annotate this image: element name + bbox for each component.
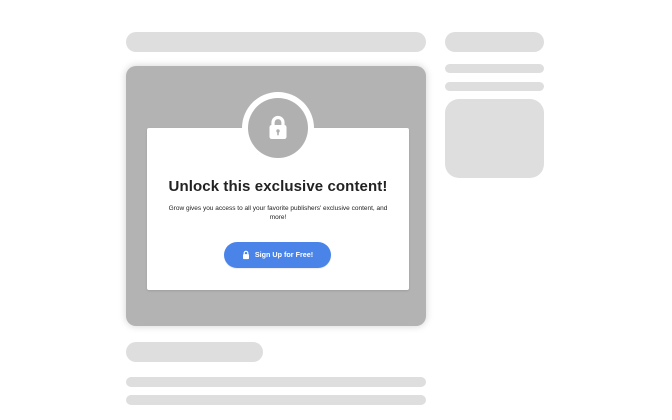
article-page: Unlock this exclusive content! Grow give… — [0, 0, 672, 420]
content-placeholder-line — [126, 377, 426, 387]
lock-badge — [242, 92, 314, 164]
sign-up-button-label: Sign Up for Free! — [254, 250, 314, 259]
paywall-description: Grow gives you access to all your favori… — [168, 205, 388, 221]
sidebar-title-placeholder — [445, 32, 544, 52]
lock-icon — [242, 250, 250, 260]
sidebar-line-placeholder — [445, 64, 544, 73]
lock-icon — [267, 115, 289, 141]
paywall-title: Unlock this exclusive content! — [168, 178, 388, 195]
sidebar-line-placeholder — [445, 82, 544, 91]
sign-up-button[interactable]: Sign Up for Free! — [224, 242, 331, 268]
content-placeholder-heading — [126, 342, 263, 362]
lock-circle — [248, 98, 308, 158]
content-placeholder-line — [126, 395, 426, 405]
article-title-placeholder — [126, 32, 426, 52]
sidebar-card-placeholder — [445, 99, 544, 178]
